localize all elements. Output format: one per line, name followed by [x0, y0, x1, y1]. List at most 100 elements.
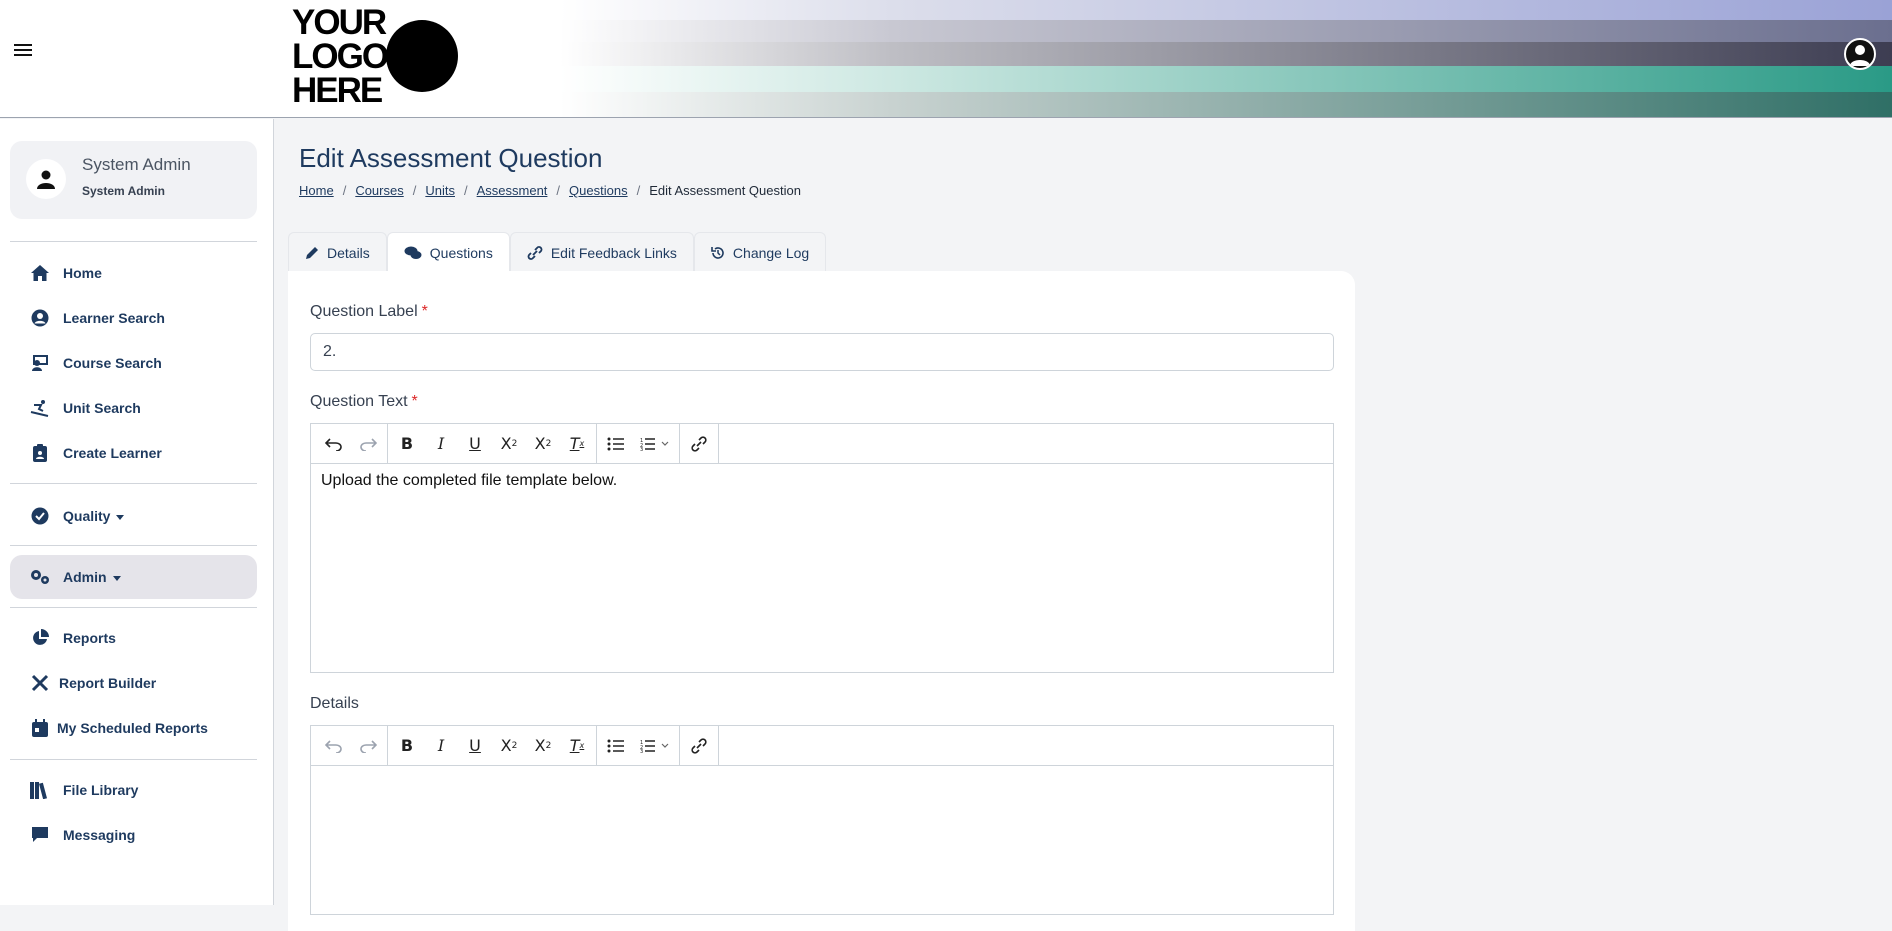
breadcrumb-assessment[interactable]: Assessment	[477, 183, 548, 198]
question-text-label: Question Text *	[310, 393, 418, 411]
numbered-list-icon[interactable]: 123	[633, 729, 677, 763]
sidebar-item-admin[interactable]: Admin	[10, 555, 257, 599]
breadcrumb-home[interactable]: Home	[299, 183, 334, 198]
link-icon[interactable]	[682, 427, 716, 461]
undo-icon[interactable]	[317, 729, 351, 763]
subscript-icon[interactable]: X2	[526, 427, 560, 461]
tab-change-log[interactable]: Change Log	[693, 232, 827, 272]
breadcrumb-units[interactable]: Units	[425, 183, 455, 198]
sidebar-item-reports[interactable]: Reports	[10, 616, 257, 660]
sidebar-item-my-scheduled-reports[interactable]: My Scheduled Reports	[10, 706, 257, 750]
history-group	[315, 726, 388, 765]
question-text-editor: B I U X2 X2 Tx 123 Upload the completed …	[310, 423, 1334, 673]
tab-edit-feedback-links[interactable]: Edit Feedback Links	[509, 232, 694, 272]
question-text-label-text: Question Text	[310, 393, 408, 410]
sidebar-item-label: Home	[63, 265, 102, 281]
sidebar-item-report-builder[interactable]: Report Builder	[10, 661, 257, 705]
sidebar-item-file-library[interactable]: File Library	[10, 768, 257, 812]
sidebar-item-course-search[interactable]: Course Search	[10, 341, 257, 385]
breadcrumb: Home / Courses / Units / Assessment / Questi…	[299, 183, 801, 198]
superscript-icon[interactable]: X2	[492, 427, 526, 461]
profile-card[interactable]: System Admin System Admin	[10, 141, 257, 219]
sidebar-item-label-text: Admin	[63, 569, 107, 585]
format-group: B I U X2 X2 Tx	[388, 726, 597, 765]
tab-details[interactable]: Details	[288, 232, 387, 272]
sidebar-item-label: Report Builder	[59, 675, 157, 691]
underline-icon[interactable]: U	[458, 729, 492, 763]
redo-icon[interactable]	[351, 427, 385, 461]
sidebar-item-label-text: Quality	[63, 508, 111, 524]
list-group: 123	[597, 424, 680, 463]
bullet-list-icon[interactable]	[599, 729, 633, 763]
teacher-icon	[29, 352, 51, 374]
caret-down-icon	[112, 575, 121, 581]
breadcrumb-separator: /	[342, 183, 347, 198]
sidebar-item-label: My Scheduled Reports	[57, 720, 208, 736]
clear-format-icon[interactable]: Tx	[560, 729, 594, 763]
tab-label: Details	[327, 244, 370, 261]
sidebar-divider	[10, 759, 257, 760]
question-label-input[interactable]	[310, 333, 1334, 371]
sidebar-item-unit-search[interactable]: Unit Search	[10, 386, 257, 430]
sidebar-item-learner-search[interactable]: Learner Search	[10, 296, 257, 340]
redo-icon[interactable]	[351, 729, 385, 763]
breadcrumb-separator: /	[463, 183, 468, 198]
tab-label: Edit Feedback Links	[550, 244, 677, 261]
sidebar-item-label: Course Search	[63, 355, 162, 371]
clear-format-icon[interactable]: Tx	[560, 427, 594, 461]
sidebar-item-create-learner[interactable]: Create Learner	[10, 431, 257, 475]
tab-questions[interactable]: Questions	[386, 232, 510, 272]
bullet-list-icon[interactable]	[599, 427, 633, 461]
profile-role: System Admin	[82, 184, 165, 198]
message-icon	[29, 824, 51, 846]
tab-label: Questions	[429, 244, 493, 261]
tab-label: Change Log	[732, 244, 810, 261]
required-marker: *	[421, 303, 428, 320]
superscript-icon[interactable]: X2	[492, 729, 526, 763]
bold-icon[interactable]: B	[390, 427, 424, 461]
breadcrumb-questions[interactable]: Questions	[569, 183, 628, 198]
logo-circle	[386, 20, 458, 92]
numbered-list-icon[interactable]: 123	[633, 427, 677, 461]
link-icon[interactable]	[682, 729, 716, 763]
details-content[interactable]	[311, 766, 1333, 782]
clipboard-icon	[29, 442, 51, 464]
sidebar-item-home[interactable]: Home	[10, 251, 257, 295]
svg-text:3: 3	[640, 447, 643, 451]
home-icon	[29, 262, 51, 284]
editor-toolbar: B I U X2 X2 Tx 123	[311, 424, 1333, 464]
tab-bar: Details Questions Edit Feedback Links Ch…	[288, 232, 827, 272]
user-menu-icon[interactable]	[1844, 38, 1876, 70]
history-icon	[711, 246, 724, 259]
breadcrumb-separator: /	[556, 183, 561, 198]
sidebar-item-label: Learner Search	[63, 310, 165, 326]
sidebar-item-quality[interactable]: Quality	[10, 494, 257, 538]
banner-stripe	[560, 92, 1892, 117]
banner-stripe	[560, 0, 1892, 20]
banner-stripe	[560, 66, 1892, 92]
italic-icon[interactable]: I	[424, 729, 458, 763]
subscript-icon[interactable]: X2	[526, 729, 560, 763]
bold-icon[interactable]: B	[390, 729, 424, 763]
details-editor: B I U X2 X2 Tx 123	[310, 725, 1334, 915]
calendar-icon	[29, 717, 51, 739]
undo-icon[interactable]	[317, 427, 351, 461]
sidebar-item-messaging[interactable]: Messaging	[10, 813, 257, 857]
question-text-content[interactable]: Upload the completed file template below…	[311, 464, 1333, 498]
books-icon	[29, 779, 51, 801]
logo-text: YOUR LOGO HERE	[292, 3, 389, 110]
tools-icon	[29, 672, 51, 694]
header-banner	[560, 0, 1892, 117]
sidebar-divider	[10, 607, 257, 608]
pencil-icon	[306, 246, 318, 259]
gears-icon	[29, 566, 51, 588]
sidebar-item-label: Admin	[63, 569, 121, 585]
link-icon	[527, 245, 543, 260]
italic-icon[interactable]: I	[424, 427, 458, 461]
required-marker: *	[411, 393, 418, 410]
underline-icon[interactable]: U	[458, 427, 492, 461]
sidebar-divider	[10, 241, 257, 242]
sidebar-item-label: Messaging	[63, 827, 136, 843]
menu-toggle-icon[interactable]	[14, 44, 32, 60]
breadcrumb-courses[interactable]: Courses	[355, 183, 403, 198]
